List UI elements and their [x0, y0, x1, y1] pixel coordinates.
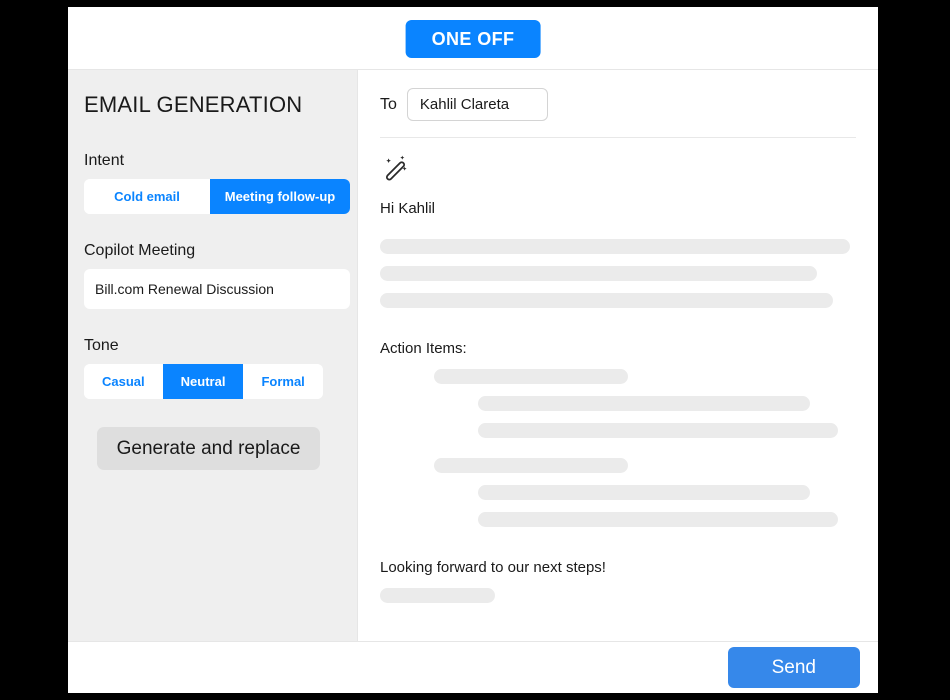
- to-recipient-input[interactable]: [406, 88, 548, 121]
- action-items-placeholder-bars: [380, 369, 856, 527]
- copilot-meeting-field-group: Copilot Meeting: [84, 242, 350, 309]
- ai-wand-row: [380, 138, 856, 190]
- intent-option-meeting-follow-up[interactable]: Meeting follow-up: [210, 179, 350, 214]
- email-compose-pane: To Hi Kahlil: [358, 70, 878, 641]
- email-greeting: Hi Kahlil: [380, 200, 436, 217]
- placeholder-bar: [478, 423, 838, 438]
- intro-placeholder-bars: [380, 239, 856, 308]
- top-bar: ONE OFF: [68, 7, 878, 70]
- tone-option-formal[interactable]: Formal: [243, 364, 323, 399]
- email-closing: Looking forward to our next steps!: [380, 559, 606, 576]
- intent-option-cold-email[interactable]: Cold email: [84, 179, 210, 214]
- placeholder-bar: [380, 239, 850, 254]
- window-body: EMAIL GENERATION Intent Cold email Meeti…: [68, 70, 878, 641]
- to-label: To: [380, 95, 397, 113]
- one-off-mode-button[interactable]: ONE OFF: [405, 20, 541, 58]
- signature-placeholder-bar: [380, 588, 495, 603]
- send-button[interactable]: Send: [727, 647, 860, 688]
- intent-segmented-control: Cold email Meeting follow-up: [84, 179, 350, 214]
- intent-label: Intent: [84, 152, 125, 169]
- placeholder-bar: [380, 293, 833, 308]
- copilot-meeting-label: Copilot Meeting: [84, 242, 196, 259]
- intent-field-group: Intent Cold email Meeting follow-up: [84, 152, 350, 214]
- email-generation-window: ONE OFF EMAIL GENERATION Intent Cold ema…: [68, 7, 878, 693]
- copilot-meeting-input[interactable]: [84, 269, 350, 309]
- placeholder-bar: [434, 458, 628, 473]
- to-row: To: [380, 88, 856, 138]
- email-generation-sidebar: EMAIL GENERATION Intent Cold email Meeti…: [68, 70, 358, 641]
- placeholder-bar: [380, 266, 817, 281]
- tone-field-group: Tone Casual Neutral Formal: [84, 337, 333, 399]
- magic-wand-icon[interactable]: [380, 152, 412, 184]
- panel-title: EMAIL GENERATION: [84, 92, 303, 117]
- placeholder-bar: [478, 512, 838, 527]
- placeholder-bar: [478, 396, 810, 411]
- tone-label: Tone: [84, 337, 119, 354]
- action-items-heading: Action Items:: [380, 340, 467, 357]
- tone-option-casual[interactable]: Casual: [84, 364, 163, 399]
- tone-option-neutral[interactable]: Neutral: [162, 364, 244, 399]
- compose-footer: Send: [68, 641, 878, 693]
- tone-segmented-control: Casual Neutral Formal: [84, 364, 323, 399]
- generate-and-replace-button[interactable]: Generate and replace: [96, 427, 321, 470]
- placeholder-bar: [434, 369, 628, 384]
- placeholder-bar: [478, 485, 810, 500]
